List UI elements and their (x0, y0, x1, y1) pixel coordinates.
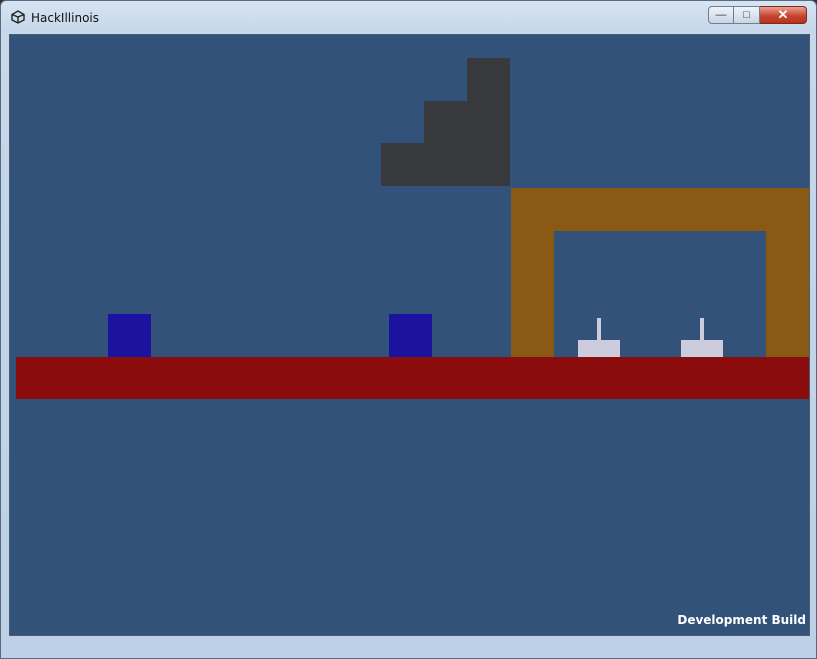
lever-2-base (681, 340, 723, 357)
maximize-icon: □ (743, 9, 750, 21)
player-block-right (389, 314, 432, 357)
window-controls: — □ ✕ (708, 6, 807, 25)
stair-block-bottom (381, 143, 424, 186)
minimize-icon: — (715, 9, 727, 21)
gate-arch-right-pillar (766, 188, 809, 358)
lever-1-base (578, 340, 620, 357)
development-build-label: Development Build (677, 613, 806, 627)
floor-platform (16, 357, 809, 399)
window-title: HackIllinois (31, 11, 99, 25)
stair-block-middle (424, 101, 467, 186)
lever-2-handle (700, 318, 704, 340)
maximize-button[interactable]: □ (734, 6, 760, 24)
close-icon: ✕ (777, 7, 789, 22)
minimize-button[interactable]: — (708, 6, 734, 24)
unity-logo-icon (11, 10, 25, 24)
gate-arch-top (511, 188, 809, 231)
lever-1-handle (597, 318, 601, 340)
close-button[interactable]: ✕ (760, 6, 807, 24)
app-window: HackIllinois — □ ✕ Development Build (0, 0, 817, 659)
stair-block-top (467, 58, 510, 186)
gate-arch-left-pillar (511, 188, 554, 358)
player-block-left (108, 314, 151, 357)
game-viewport[interactable]: Development Build (9, 34, 810, 636)
title-bar[interactable]: HackIllinois — □ ✕ (1, 1, 816, 33)
